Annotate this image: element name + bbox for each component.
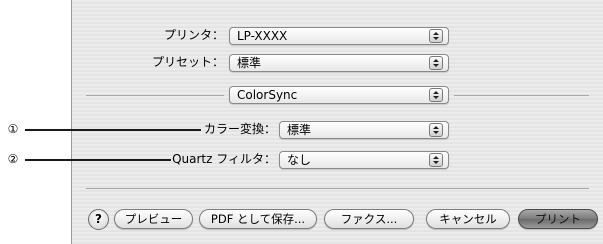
- preset-label: プリセット：: [151, 55, 224, 69]
- fax-button[interactable]: ファクス...: [324, 209, 414, 229]
- updown-chevron-icon: [429, 153, 443, 167]
- printer-value: LP-XXXX: [237, 29, 288, 43]
- separator-right: [454, 95, 589, 96]
- callout-one-line: [25, 129, 201, 131]
- color-conversion-popup[interactable]: 標準: [279, 121, 449, 139]
- print-button[interactable]: プリント: [518, 209, 598, 229]
- updown-chevron-icon: [429, 123, 443, 137]
- preview-button[interactable]: プレビュー: [114, 209, 193, 229]
- panel-value: ColorSync: [237, 88, 298, 102]
- updown-chevron-icon: [429, 29, 443, 43]
- printer-label: プリンタ：: [163, 28, 224, 42]
- save-pdf-button[interactable]: PDF として保存...: [199, 209, 317, 229]
- quartz-filter-popup[interactable]: なし: [279, 151, 449, 169]
- cancel-button[interactable]: キャンセル: [426, 209, 510, 229]
- color-conversion-label: カラー変換：: [203, 122, 276, 136]
- callout-one: ①: [7, 122, 19, 136]
- updown-chevron-icon: [429, 56, 443, 70]
- color-conversion-value: 標準: [287, 123, 312, 137]
- help-button[interactable]: ?: [88, 209, 109, 230]
- quartz-filter-value: なし: [287, 153, 312, 167]
- updown-chevron-icon: [429, 88, 443, 102]
- printer-popup[interactable]: LP-XXXX: [229, 27, 449, 45]
- separator-bottom: [86, 188, 589, 189]
- callout-two-line: [25, 159, 171, 161]
- quartz-filter-label: Quartz フィルタ：: [172, 152, 276, 166]
- preset-popup[interactable]: 標準: [229, 54, 449, 72]
- panel-popup[interactable]: ColorSync: [229, 86, 449, 104]
- separator-left: [86, 95, 224, 96]
- preset-value: 標準: [237, 56, 262, 70]
- callout-two: ②: [7, 152, 19, 166]
